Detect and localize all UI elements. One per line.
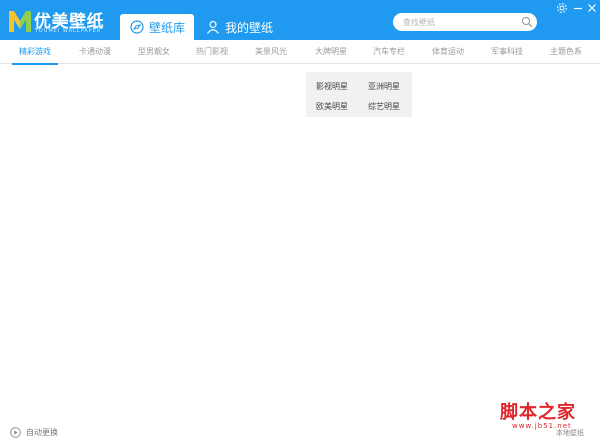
category-label: 大牌明星 bbox=[315, 47, 347, 56]
category-games[interactable]: 精彩游戏 bbox=[12, 40, 58, 65]
tab-label: 我的壁纸 bbox=[225, 20, 274, 35]
compass-icon bbox=[130, 20, 144, 34]
minimize-button[interactable] bbox=[572, 2, 586, 14]
tab-label: 壁纸库 bbox=[149, 20, 186, 35]
category-cars[interactable]: 汽车专栏 bbox=[366, 40, 412, 64]
stars-submenu: 影视明星 亚洲明星 欧美明星 综艺明星 bbox=[306, 72, 412, 117]
category-label: 美景风光 bbox=[255, 47, 287, 56]
active-underline bbox=[12, 63, 58, 65]
category-people[interactable]: 型男靓女 bbox=[131, 40, 177, 64]
category-cartoon[interactable]: 卡通动漫 bbox=[72, 40, 118, 64]
watermark-text: 脚本之家 bbox=[500, 402, 576, 423]
settings-icon bbox=[557, 3, 567, 13]
submenu-item-asian-stars[interactable]: 亚洲明星 bbox=[368, 81, 400, 92]
app-subtitle: YOUMEI WALLPAPER bbox=[35, 28, 102, 34]
category-military[interactable]: 军事科技 bbox=[484, 40, 530, 64]
category-label: 热门影视 bbox=[196, 47, 228, 56]
close-button[interactable] bbox=[586, 2, 600, 14]
submenu-item-film-stars[interactable]: 影视明星 bbox=[316, 81, 348, 92]
auto-change-toggle[interactable]: 自动更换 bbox=[10, 426, 58, 438]
category-sports[interactable]: 体育运动 bbox=[425, 40, 471, 64]
user-icon bbox=[207, 20, 219, 34]
category-label: 精彩游戏 bbox=[19, 47, 51, 56]
auto-change-label: 自动更换 bbox=[26, 427, 58, 437]
category-label: 汽车专栏 bbox=[373, 47, 405, 56]
tab-wallpaper-library[interactable]: 壁纸库 bbox=[120, 14, 194, 40]
app-logo: 优美壁纸 YOUMEI WALLPAPER bbox=[8, 8, 104, 34]
category-label: 军事科技 bbox=[491, 47, 523, 56]
settings-button[interactable] bbox=[556, 2, 570, 14]
local-wallpaper-link[interactable]: 本地壁纸 bbox=[556, 428, 584, 438]
category-label: 体育运动 bbox=[432, 47, 464, 56]
search-input[interactable] bbox=[393, 13, 517, 31]
title-bar: 优美壁纸 YOUMEI WALLPAPER 壁纸库 我的壁纸 bbox=[0, 0, 600, 40]
minimize-icon bbox=[574, 7, 582, 10]
category-label: 型男靓女 bbox=[138, 47, 170, 56]
submenu-item-variety-stars[interactable]: 综艺明星 bbox=[368, 101, 400, 112]
category-movies[interactable]: 热门影视 bbox=[189, 40, 235, 64]
tab-my-wallpapers[interactable]: 我的壁纸 bbox=[204, 14, 284, 40]
category-bar: 精彩游戏 卡通动漫 型男靓女 热门影视 美景风光 大牌明星 汽车专栏 体育运动 … bbox=[0, 40, 600, 65]
category-colors[interactable]: 主题色系 bbox=[543, 40, 589, 64]
search-icon[interactable] bbox=[521, 16, 533, 28]
submenu-item-western-stars[interactable]: 欧美明星 bbox=[316, 101, 348, 112]
logo-icon bbox=[9, 11, 31, 32]
category-stars[interactable]: 大牌明星 bbox=[308, 40, 354, 64]
category-scenery[interactable]: 美景风光 bbox=[248, 40, 294, 64]
play-icon bbox=[10, 426, 21, 438]
close-icon bbox=[588, 4, 596, 12]
category-label: 主题色系 bbox=[550, 47, 582, 56]
category-label: 卡通动漫 bbox=[79, 47, 111, 56]
search-box bbox=[393, 13, 537, 31]
